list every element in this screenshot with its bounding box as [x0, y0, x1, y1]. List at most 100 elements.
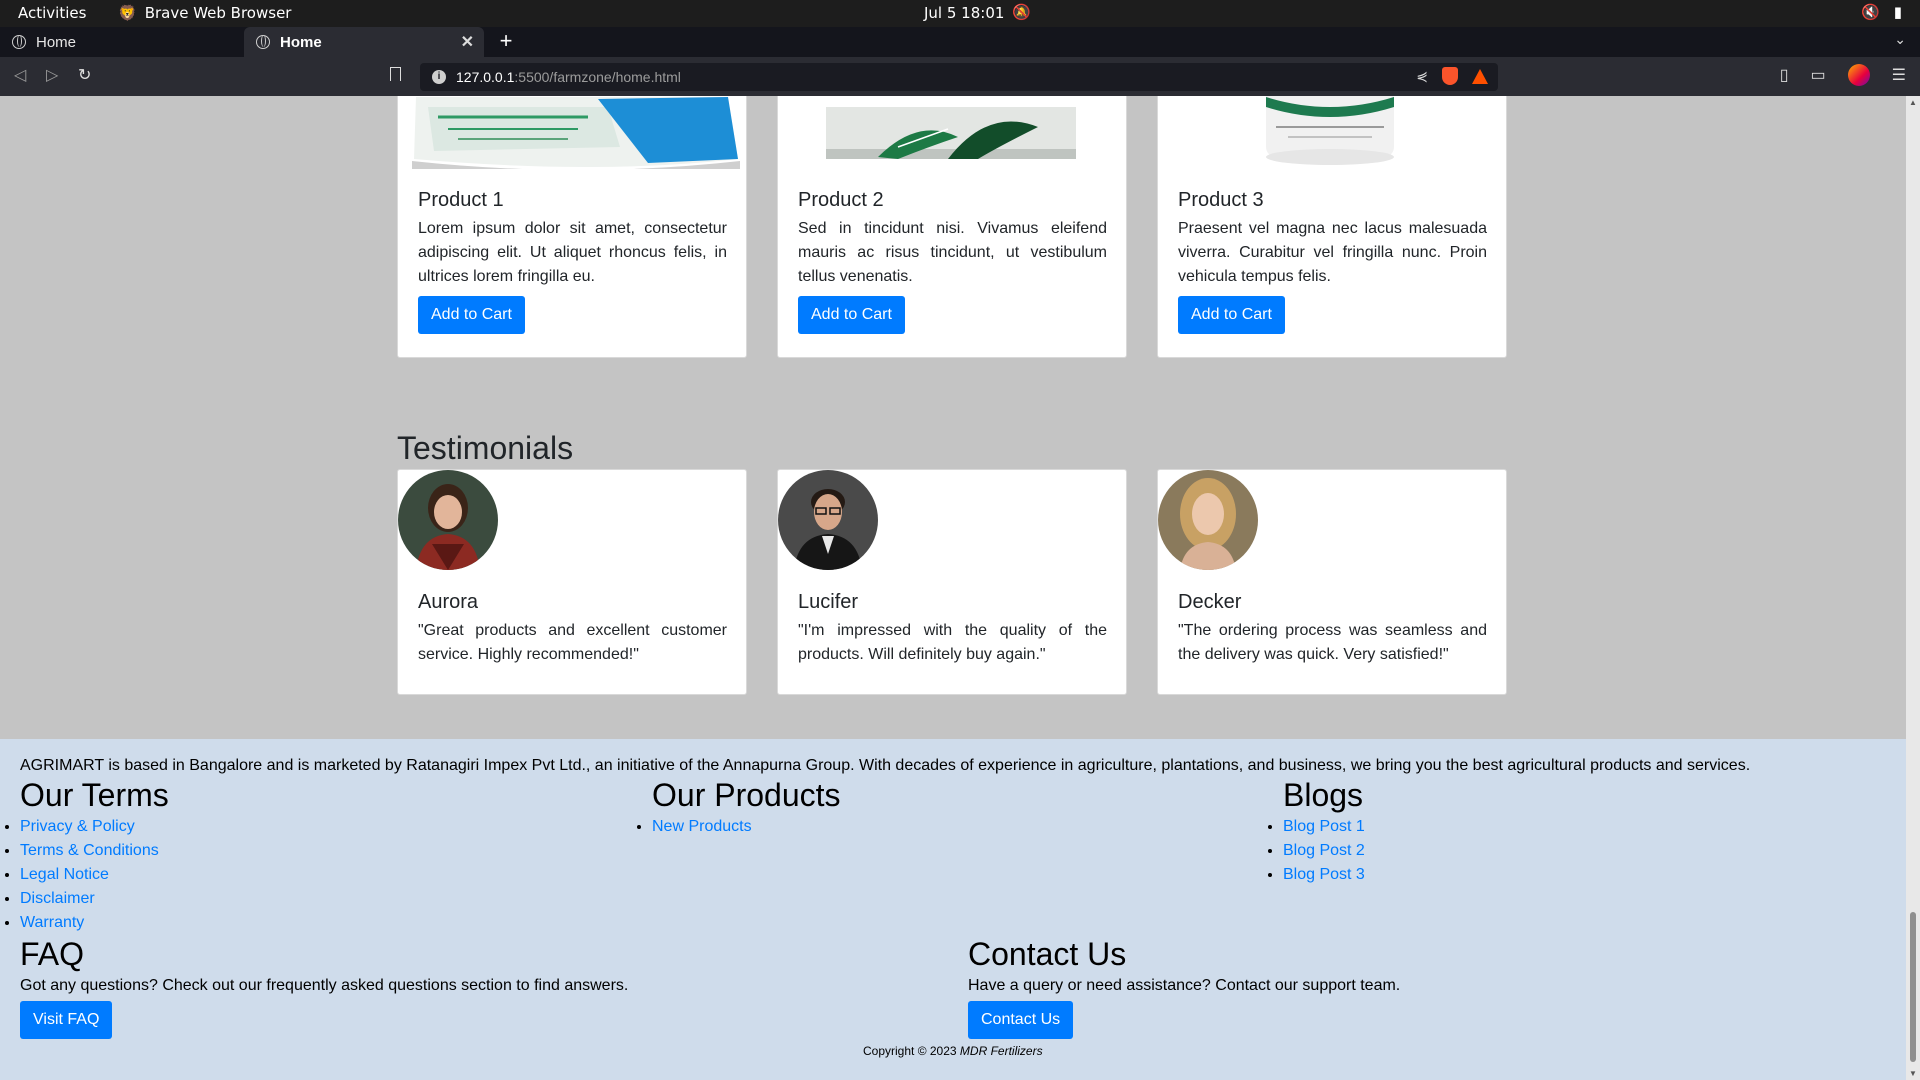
testimonial-name: Decker [1178, 591, 1242, 613]
scroll-up-arrow-icon[interactable]: ▲ [1909, 98, 1917, 107]
product-title: Product 3 [1178, 189, 1264, 211]
brave-shields-icon[interactable] [1442, 67, 1458, 85]
blog-post-3-link[interactable]: Blog Post 3 [1283, 866, 1365, 883]
system-top-bar: Activities 🦁 Brave Web Browser Jul 5 18:… [0, 0, 1920, 27]
list-item: Disclaimer [20, 887, 159, 911]
url-host: 127.0.0.1 [456, 69, 515, 85]
volume-muted-icon: 🔇 [1861, 3, 1880, 21]
footer-blogs-list: Blog Post 1 Blog Post 2 Blog Post 3 [1263, 815, 1365, 887]
sidebar-toggle-icon[interactable]: ▯ [1780, 65, 1789, 85]
system-tray[interactable]: 🔇 ▮ [1861, 3, 1902, 21]
footer-terms-heading: Our Terms [20, 777, 169, 813]
product-image-bottle [1158, 96, 1506, 169]
avatar-lucifer [778, 470, 878, 570]
copyright-company: MDR Fertilizers [959, 1044, 1043, 1058]
scrollbar-thumb[interactable] [1910, 912, 1916, 1062]
testimonial-name: Aurora [418, 591, 479, 613]
add-to-cart-button[interactable]: Add to Cart [798, 296, 905, 334]
testimonial-card: Aurora "Great products and excellent cus… [397, 469, 747, 695]
globe-icon [12, 35, 26, 49]
list-item: New Products [652, 815, 752, 839]
avatar-aurora [398, 470, 498, 570]
copyright-prefix: Copyright © 2023 [863, 1044, 960, 1058]
disclaimer-link[interactable]: Disclaimer [20, 890, 95, 907]
list-item: Terms & Conditions [20, 839, 159, 863]
notifications-muted-icon: 🔕 [1012, 3, 1031, 21]
privacy-policy-link[interactable]: Privacy & Policy [20, 818, 135, 835]
list-item: Blog Post 3 [1283, 863, 1365, 887]
product-card: Product 1 Lorem ipsum dolor sit amet, co… [397, 96, 747, 358]
list-item: Warranty [20, 911, 159, 935]
page-viewport[interactable]: Product 1 Lorem ipsum dolor sit amet, co… [0, 96, 1920, 1080]
product-card: Product 3 Praesent vel magna nec lacus m… [1157, 96, 1507, 358]
warranty-link[interactable]: Warranty [20, 914, 84, 931]
copyright: Copyright © 2023 MDR Fertilizers [863, 1044, 1043, 1058]
profile-avatar[interactable] [1847, 64, 1870, 86]
list-item: Privacy & Policy [20, 815, 159, 839]
wallet-icon[interactable]: ▭ [1811, 65, 1826, 85]
product-image-seed-packets [778, 96, 1126, 169]
page-scrollbar[interactable]: ▲ ▼ [1906, 96, 1920, 1080]
footer-about-text: AGRIMART is based in Bangalore and is ma… [20, 757, 1751, 774]
menu-icon[interactable]: ☰ [1892, 65, 1906, 85]
product-description: Praesent vel magna nec lacus malesuada v… [1178, 220, 1487, 285]
product-title: Product 1 [418, 189, 504, 211]
footer-blogs-heading: Blogs [1283, 777, 1364, 813]
blog-post-2-link[interactable]: Blog Post 2 [1283, 842, 1365, 859]
list-item: Blog Post 1 [1283, 815, 1365, 839]
forward-icon[interactable]: ▷ [46, 65, 58, 85]
tab-label: Home [280, 33, 322, 51]
clock[interactable]: Jul 5 18:01 [924, 4, 1004, 22]
blog-post-1-link[interactable]: Blog Post 1 [1283, 818, 1365, 835]
testimonial-quote: "I'm impressed with the quality of the p… [798, 622, 1107, 663]
legal-notice-link[interactable]: Legal Notice [20, 866, 109, 883]
contact-us-button[interactable]: Contact Us [968, 1001, 1074, 1039]
testimonial-quote: "The ordering process was seamless and t… [1178, 622, 1487, 663]
list-item: Blog Post 2 [1283, 839, 1365, 863]
brave-rewards-icon[interactable] [1472, 68, 1488, 84]
product-image-fertilizer-bag [398, 96, 746, 169]
reload-icon[interactable]: ↻ [78, 65, 91, 85]
tab-label: Home [36, 33, 77, 51]
tab-search-chevron-icon[interactable]: ⌄ [1894, 31, 1906, 48]
footer-products-list: New Products [632, 815, 752, 839]
tab-home-2-active[interactable]: Home ✕ [244, 27, 484, 57]
globe-icon [256, 35, 270, 49]
testimonial-card: Lucifer "I'm impressed with the quality … [777, 469, 1127, 695]
app-name-label: Brave Web Browser [144, 4, 292, 22]
scroll-down-arrow-icon[interactable]: ▼ [1909, 1069, 1917, 1078]
contact-text: Have a query or need assistance? Contact… [968, 977, 1401, 994]
brave-lion-icon: 🦁 [118, 4, 137, 22]
share-icon[interactable]: ⋞ [1416, 68, 1428, 85]
tab-strip: Home Home ✕ + ⌄ [0, 27, 1920, 57]
contact-heading: Contact Us [968, 936, 1127, 972]
testimonial-name: Lucifer [798, 591, 859, 613]
new-products-link[interactable]: New Products [652, 818, 752, 835]
product-description: Lorem ipsum dolor sit amet, consectetur … [418, 220, 727, 285]
site-footer: AGRIMART is based in Bangalore and is ma… [0, 739, 1906, 1080]
terms-conditions-link[interactable]: Terms & Conditions [20, 842, 159, 859]
footer-products-heading: Our Products [652, 777, 841, 813]
faq-heading: FAQ [20, 936, 85, 972]
address-bar[interactable]: i 127.0.0.1:5500/farmzone/home.html ⋞ [420, 63, 1498, 91]
add-to-cart-button[interactable]: Add to Cart [1178, 296, 1285, 334]
browser-toolbar: ◁ ▷ ↻ i 127.0.0.1:5500/farmzone/home.htm… [0, 57, 1920, 96]
testimonials-heading: Testimonials [397, 430, 574, 466]
product-title: Product 2 [798, 189, 884, 211]
avatar-decker [1158, 470, 1258, 570]
bookmark-icon[interactable] [390, 67, 401, 81]
close-tab-icon[interactable]: ✕ [461, 32, 474, 52]
tab-home-1[interactable]: Home [0, 27, 240, 57]
new-tab-button[interactable]: + [494, 27, 518, 57]
footer-terms-list: Privacy & Policy Terms & Conditions Lega… [0, 815, 159, 935]
visit-faq-button[interactable]: Visit FAQ [20, 1001, 113, 1039]
testimonial-quote: "Great products and excellent customer s… [418, 622, 727, 663]
testimonial-card: Decker "The ordering process was seamles… [1157, 469, 1507, 695]
url-path: :5500/farmzone/home.html [514, 69, 681, 85]
back-icon[interactable]: ◁ [14, 65, 26, 85]
add-to-cart-button[interactable]: Add to Cart [418, 296, 525, 334]
site-info-icon[interactable]: i [432, 70, 446, 84]
app-menu[interactable]: 🦁 Brave Web Browser [118, 4, 291, 22]
activities-button[interactable]: Activities [18, 4, 86, 22]
product-description: Sed in tincidunt nisi. Vivamus eleifend … [798, 220, 1107, 285]
